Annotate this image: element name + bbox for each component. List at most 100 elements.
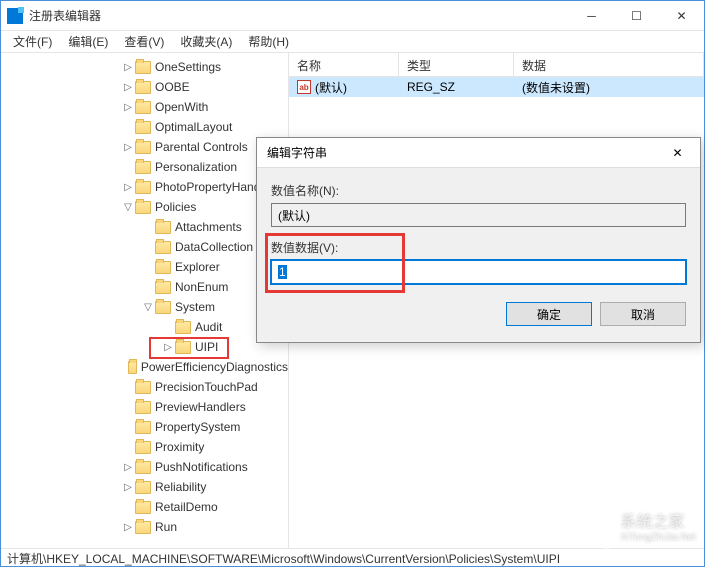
list-header: 名称 类型 数据 (289, 53, 704, 77)
folder-icon (155, 261, 171, 274)
expander-icon[interactable]: ▷ (121, 182, 135, 193)
folder-icon (155, 281, 171, 294)
folder-icon (155, 241, 171, 254)
dialog-title: 编辑字符串 (267, 144, 655, 161)
col-type[interactable]: 类型 (399, 53, 514, 76)
tree-label: OneSettings (155, 60, 221, 74)
col-data[interactable]: 数据 (514, 53, 704, 76)
tree-item[interactable]: Personalization (1, 157, 288, 177)
tree-label: Parental Controls (155, 140, 248, 154)
menubar: 文件(F) 编辑(E) 查看(V) 收藏夹(A) 帮助(H) (1, 31, 704, 53)
window-title: 注册表编辑器 (29, 7, 569, 24)
list-row[interactable]: ab (默认) REG_SZ (数值未设置) (289, 77, 704, 97)
folder-icon (135, 461, 151, 474)
folder-icon (135, 81, 151, 94)
tree-item[interactable]: ▽Policies (1, 197, 288, 217)
titlebar: 注册表编辑器 ─ ☐ ✕ (1, 1, 704, 31)
tree-item[interactable]: ▷ OOBE (1, 77, 288, 97)
folder-icon (135, 521, 151, 534)
data-field-highlight (265, 233, 405, 293)
tree-item[interactable]: ▷ Run (1, 517, 288, 537)
tree-label: Explorer (175, 260, 220, 274)
tree-item[interactable]: PowerEfficiencyDiagnostics (1, 357, 288, 377)
expander-icon[interactable]: ▽ (141, 302, 155, 313)
folder-icon (135, 381, 151, 394)
folder-icon (135, 61, 151, 74)
tree-label: Proximity (155, 440, 204, 454)
minimize-button[interactable]: ─ (569, 1, 614, 30)
value-name-input[interactable] (271, 203, 686, 227)
tree-item[interactable]: Audit (1, 317, 288, 337)
cancel-button[interactable]: 取消 (600, 302, 686, 326)
folder-icon (135, 161, 151, 174)
folder-icon (155, 221, 171, 234)
tree-label: PreviewHandlers (155, 400, 246, 414)
menu-view[interactable]: 查看(V) (116, 31, 172, 52)
tree-label: Audit (195, 320, 222, 334)
tree-item[interactable]: ▷ OneSettings (1, 57, 288, 77)
string-value-icon: ab (297, 80, 311, 94)
menu-help[interactable]: 帮助(H) (240, 31, 297, 52)
folder-icon (135, 401, 151, 414)
menu-file[interactable]: 文件(F) (5, 31, 60, 52)
tree-item[interactable]: ▷Reliability (1, 477, 288, 497)
maximize-button[interactable]: ☐ (614, 1, 659, 30)
tree-label: PrecisionTouchPad (155, 380, 258, 394)
tree-item[interactable]: Attachments (1, 217, 288, 237)
dialog-close-button[interactable]: ✕ (655, 138, 700, 167)
tree-item[interactable]: PrecisionTouchPad (1, 377, 288, 397)
expander-icon[interactable]: ▷ (121, 522, 135, 533)
close-button[interactable]: ✕ (659, 1, 704, 30)
expander-icon[interactable]: ▷ (121, 142, 135, 153)
tree-label: Run (155, 520, 177, 534)
tree-item[interactable]: ▷PhotoPropertyHandler (1, 177, 288, 197)
row-data: (数值未设置) (514, 79, 704, 96)
tree-pane[interactable]: ▷OneSettings▷OOBE▷OpenWithOptimalLayout▷… (1, 53, 289, 548)
expander-icon[interactable]: ▷ (121, 62, 135, 73)
tree-item[interactable]: DataCollection (1, 237, 288, 257)
edit-string-dialog: 编辑字符串 ✕ 数值名称(N): 数值数据(V): 1 确定 取消 (256, 137, 701, 343)
tree-item[interactable]: RetailDemo (1, 497, 288, 517)
tree-label: DataCollection (175, 240, 253, 254)
row-name: (默认) (315, 79, 347, 96)
expander-icon[interactable]: ▽ (121, 202, 135, 213)
menu-edit[interactable]: 编辑(E) (60, 31, 116, 52)
row-type: REG_SZ (399, 80, 514, 94)
tree-item[interactable]: ▷ Parental Controls (1, 137, 288, 157)
tree-label: PropertySystem (155, 420, 240, 434)
tree-label: OpenWith (155, 100, 208, 114)
tree-label: PowerEfficiencyDiagnostics (141, 360, 288, 374)
col-name[interactable]: 名称 (289, 53, 399, 76)
tree-item[interactable]: PropertySystem (1, 417, 288, 437)
folder-icon (175, 321, 191, 334)
tree-item[interactable]: Proximity (1, 437, 288, 457)
menu-favorites[interactable]: 收藏夹(A) (172, 31, 240, 52)
folder-icon (135, 481, 151, 494)
tree-item[interactable]: NonEnum (1, 277, 288, 297)
value-name-label: 数值名称(N): (271, 182, 686, 199)
tree-label: Attachments (175, 220, 242, 234)
tree-item[interactable]: PreviewHandlers (1, 397, 288, 417)
folder-icon (135, 181, 151, 194)
tree-item[interactable]: ▷UIPI (1, 337, 288, 357)
tree-item[interactable]: ▽ System (1, 297, 288, 317)
expander-icon[interactable]: ▷ (121, 462, 135, 473)
folder-icon (135, 421, 151, 434)
expander-icon[interactable]: ▷ (121, 482, 135, 493)
tree-item[interactable]: OptimalLayout (1, 117, 288, 137)
folder-icon (155, 301, 171, 314)
tree-item[interactable]: ▷ OpenWith (1, 97, 288, 117)
folder-icon (135, 501, 151, 514)
tree-item[interactable]: Explorer (1, 257, 288, 277)
expander-icon[interactable]: ▷ (121, 102, 135, 113)
folder-icon (135, 121, 151, 134)
folder-icon (128, 361, 137, 374)
ok-button[interactable]: 确定 (506, 302, 592, 326)
tree-label: OOBE (155, 80, 190, 94)
tree-label: System (175, 300, 215, 314)
app-icon (7, 8, 23, 24)
tree-label: Personalization (155, 160, 237, 174)
dialog-titlebar[interactable]: 编辑字符串 ✕ (257, 138, 700, 168)
expander-icon[interactable]: ▷ (121, 82, 135, 93)
tree-item[interactable]: ▷PushNotifications (1, 457, 288, 477)
